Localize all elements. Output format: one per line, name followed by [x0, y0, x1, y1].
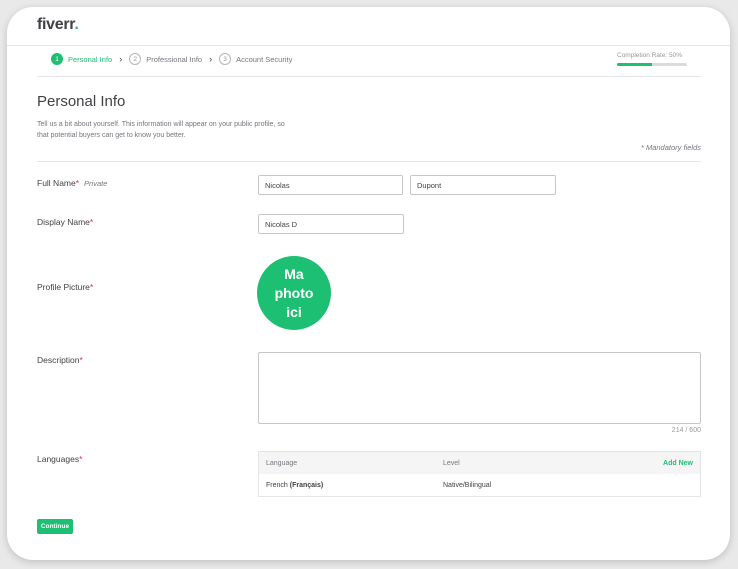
column-header-language: Language — [266, 459, 298, 467]
first-name-input[interactable] — [258, 175, 403, 195]
step-label: Professional Info — [146, 54, 203, 64]
step-label: Account Security — [236, 54, 293, 64]
profile-picture-avatar[interactable]: Ma photo ici — [257, 256, 331, 330]
section-divider — [37, 161, 701, 162]
completion-progress-bar — [617, 63, 687, 66]
chevron-right-icon: › — [119, 54, 123, 64]
last-name-input[interactable] — [410, 175, 556, 195]
completion-rate: Completion Rate: 50% — [617, 52, 689, 66]
step-professional-info[interactable]: 2 Professional Info — [129, 53, 202, 65]
page-title: Personal Info — [37, 93, 126, 110]
description-label: Description* — [37, 355, 83, 365]
description-textarea[interactable] — [258, 352, 701, 424]
onboarding-steps: 1 Personal Info › 2 Professional Info › … — [51, 53, 292, 65]
languages-label: Languages* — [37, 454, 82, 464]
full-name-label-text: Full Name — [37, 178, 76, 188]
add-new-language-button[interactable]: Add New — [663, 460, 693, 467]
description-label-text: Description — [37, 355, 80, 365]
required-marker: * — [79, 355, 83, 365]
profile-picture-label-text: Profile Picture — [37, 282, 90, 292]
avatar-text: Ma photo ici — [274, 265, 314, 320]
required-marker: * — [89, 282, 94, 292]
step-personal-info[interactable]: 1 Personal Info — [51, 53, 112, 65]
display-name-label: Display Name* — [37, 217, 93, 227]
display-name-input[interactable] — [258, 214, 404, 234]
step-number: 3 — [219, 53, 232, 65]
logo-text: fiverr — [37, 16, 75, 33]
fiverr-logo[interactable]: fiverr. — [37, 16, 79, 34]
language-level: Native/Bilingual — [443, 482, 492, 489]
completion-label: Completion Rate: 50% — [617, 52, 683, 59]
header-divider — [7, 45, 730, 46]
step-number: 1 — [51, 53, 63, 65]
page-intro: Tell us a bit about yourself. This infor… — [37, 121, 285, 139]
description-char-counter: 214 / 600 — [671, 427, 701, 434]
profile-picture-label: Profile Picture* — [37, 282, 93, 292]
required-marker: * — [89, 217, 94, 227]
step-label: Personal Info — [68, 54, 113, 64]
main-card: fiverr. 1 Personal Info › 2 Professional… — [7, 7, 730, 560]
language-native-name: (Français) — [289, 482, 324, 489]
language-text: French — [266, 482, 288, 489]
column-header-level: Level — [443, 459, 460, 467]
chevron-right-icon: › — [209, 54, 213, 64]
required-marker: * — [75, 178, 80, 188]
languages-table: Language Level Add New French (Français)… — [258, 451, 701, 497]
step-account-security[interactable]: 3 Account Security — [219, 53, 292, 65]
languages-label-text: Languages — [37, 454, 80, 464]
full-name-label: Full Name* Private — [37, 178, 107, 188]
logo-dot: . — [74, 16, 79, 33]
private-tag: Private — [84, 179, 108, 188]
steps-divider — [37, 76, 701, 77]
languages-table-header: Language Level Add New — [259, 452, 700, 474]
step-number: 2 — [129, 53, 142, 65]
display-name-label-text: Display Name — [37, 217, 90, 227]
mandatory-note: * Mandatory fields — [640, 143, 701, 152]
table-row[interactable]: French (Français) Native/Bilingual — [259, 474, 700, 497]
continue-button[interactable]: Continue — [37, 519, 73, 534]
completion-progress-fill — [617, 63, 652, 66]
required-marker: * — [79, 454, 83, 464]
language-name: French (Français) — [266, 482, 323, 489]
